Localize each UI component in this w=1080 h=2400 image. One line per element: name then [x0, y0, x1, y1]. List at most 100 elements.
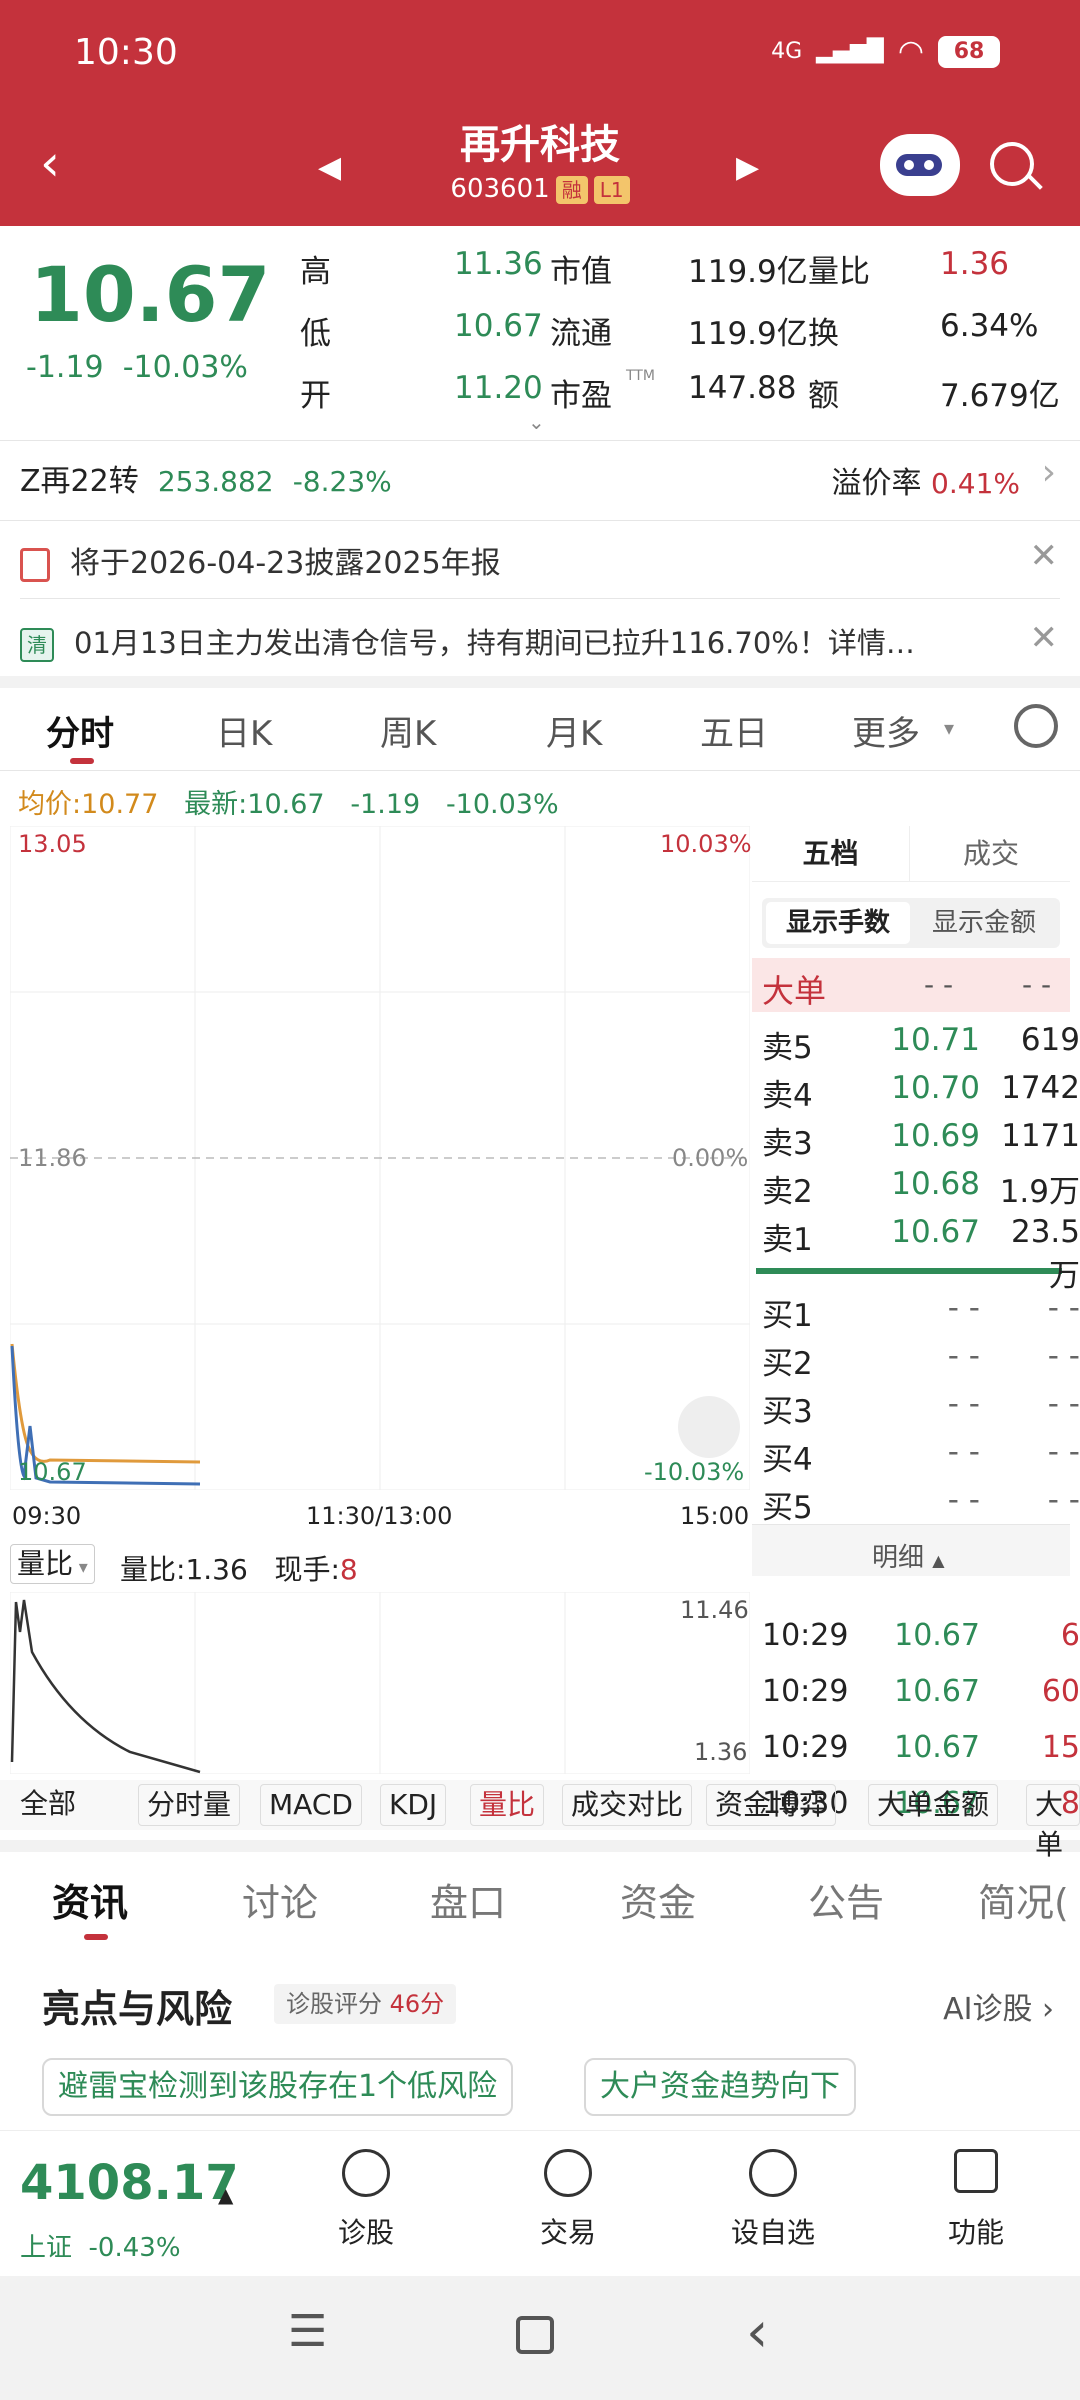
- tab-trades[interactable]: 成交: [912, 826, 1070, 882]
- tick-row: 10:29 10.67 60: [762, 1674, 1080, 1709]
- add-watchlist-button[interactable]: 设自选: [728, 2149, 818, 2259]
- active-tab-indicator: [70, 758, 94, 764]
- latest-pct: -10.03%: [445, 789, 559, 820]
- trade-button[interactable]: 交易: [538, 2149, 598, 2259]
- home-icon[interactable]: [516, 2316, 554, 2354]
- exchange-icon: [544, 2149, 592, 2197]
- indicator-0[interactable]: 全部: [12, 1784, 84, 1826]
- tab-2[interactable]: 周K: [380, 706, 436, 755]
- indicator-1[interactable]: 分时量: [138, 1784, 241, 1826]
- news-tab-3[interactable]: 资金: [620, 1872, 696, 1927]
- index-value[interactable]: 4108.17: [20, 2155, 239, 2211]
- function-label: 功能: [947, 2216, 1004, 2249]
- buy-volume: - -: [1047, 1290, 1080, 1326]
- show-lots-button[interactable]: 显示手数: [766, 902, 910, 944]
- sell-volume: 619: [1020, 1022, 1080, 1058]
- tab-0[interactable]: 分时: [46, 706, 114, 755]
- risk-pill-1[interactable]: 避雷宝检测到该股存在1个低风险: [42, 2058, 514, 2116]
- quote-v1: 10.67: [454, 308, 543, 344]
- price-change: -1.19 -10.03%: [26, 350, 248, 385]
- indicator-8[interactable]: 大单: [1026, 1784, 1080, 1861]
- sell-row: 卖3 10.69 1171: [762, 1118, 1080, 1163]
- expand-chevron-icon[interactable]: ⌄: [528, 410, 545, 434]
- detail-header[interactable]: 明细 ▲: [752, 1524, 1070, 1576]
- rotate-screen-icon[interactable]: [678, 1396, 740, 1458]
- news-tab-4[interactable]: 公告: [808, 1872, 884, 1927]
- quote-l2: 市盈: [550, 378, 612, 414]
- network-label: 4G: [771, 39, 803, 64]
- news-tab-1[interactable]: 讨论: [242, 1872, 318, 1927]
- news-tab-5[interactable]: 简况(: [978, 1872, 1069, 1927]
- indicator-5[interactable]: 成交对比: [562, 1784, 693, 1826]
- tab-4[interactable]: 五日: [700, 706, 768, 755]
- sell-volume: 23.5万: [1010, 1214, 1080, 1294]
- tab-5[interactable]: 更多: [852, 706, 920, 755]
- score-value: 46分: [389, 1990, 445, 2018]
- back-nav-icon[interactable]: ‹: [746, 2300, 768, 2365]
- stock-code-text: 603601: [450, 174, 550, 204]
- close-icon[interactable]: ✕: [1030, 618, 1059, 658]
- bond-pct: -8.23%: [292, 465, 392, 498]
- buy-level: 买4: [762, 1442, 813, 1478]
- hand-value: 8: [339, 1553, 358, 1586]
- pulse-icon: [342, 2149, 390, 2197]
- buy-row: 买5 - - - -: [762, 1482, 1080, 1527]
- close-icon[interactable]: ✕: [1030, 536, 1059, 576]
- next-stock-icon[interactable]: ▶: [736, 150, 759, 185]
- indicator-6[interactable]: 资金博弈: [706, 1784, 837, 1826]
- volume-selector[interactable]: 量比 ▾: [10, 1544, 95, 1584]
- tab-five-levels[interactable]: 五档: [752, 826, 910, 882]
- clear-signal-badge: 清: [20, 628, 54, 662]
- vol-ymax: 11.46: [680, 1596, 749, 1624]
- menu-icon[interactable]: ☰: [288, 2306, 327, 2357]
- score-label: 诊股评分: [286, 1990, 382, 2018]
- search-icon[interactable]: [990, 142, 1034, 186]
- ratio-value: 1.36: [185, 1553, 248, 1586]
- news-tab-2[interactable]: 盘口: [430, 1872, 506, 1927]
- avg-line-info: 均价:10.77 最新:10.67 -1.19 -10.03%: [18, 782, 559, 821]
- buy-row: 买3 - - - -: [762, 1386, 1080, 1431]
- robot-assistant-icon[interactable]: [880, 134, 960, 196]
- bottom-toolbar: 4108.17 ▲ 上证 -0.43% 诊股 交易 设自选 功能: [0, 2130, 1080, 2276]
- status-icons: 4G ▂▄▆█ ◠ 68: [771, 34, 1000, 69]
- signal-icon: ▂▄▆█: [816, 39, 884, 64]
- premium-rate[interactable]: 溢价率 0.41%: [832, 458, 1021, 502]
- diagnose-button[interactable]: 诊股: [336, 2149, 396, 2259]
- battery-icon: 68: [938, 35, 1000, 68]
- big-order-row: 大单 - - - -: [752, 958, 1070, 1012]
- chart-pmid: 0.00%: [672, 1144, 749, 1172]
- buy-row: 买2 - - - -: [762, 1338, 1080, 1383]
- indicator-2[interactable]: MACD: [260, 1784, 362, 1826]
- gear-icon[interactable]: [1014, 704, 1058, 748]
- volume-ratio-line: [10, 1599, 201, 1774]
- more-dots-icon: [749, 2149, 797, 2197]
- tab-1[interactable]: 日K: [216, 706, 272, 755]
- show-amount-button[interactable]: 显示金额: [912, 902, 1056, 944]
- level-tag: L1: [593, 175, 630, 204]
- indicator-4[interactable]: 量比: [470, 1784, 545, 1826]
- tab-3[interactable]: 月K: [546, 706, 602, 755]
- tick-row: 10:29 10.67 15: [762, 1730, 1080, 1765]
- intraday-chart[interactable]: [10, 826, 750, 1490]
- notice-signal[interactable]: 清 01月13日主力发出清仓信号，持有期间已拉升116.70%！详情…: [20, 620, 915, 662]
- news-tab-indicator: [84, 1934, 108, 1940]
- sell-price: 10.67: [891, 1214, 980, 1250]
- ai-diagnosis-link[interactable]: AI诊股 ›: [943, 1984, 1054, 2028]
- quote-v2: 119.9亿: [688, 254, 808, 290]
- latest-label: 最新:: [184, 789, 248, 820]
- convertible-bond-row[interactable]: Z再22转 253.882 -8.23%: [20, 456, 392, 500]
- indicator-7[interactable]: 大单金额: [868, 1784, 999, 1826]
- quote-l2: 流通: [550, 316, 612, 352]
- buy-level: 买2: [762, 1346, 813, 1382]
- function-button[interactable]: 功能: [946, 2149, 1006, 2259]
- notice-report[interactable]: 将于2026-04-23披露2025年报: [20, 538, 501, 582]
- chevron-right-icon[interactable]: ›: [1042, 452, 1056, 493]
- chart-pmax: 10.03%: [660, 830, 752, 858]
- buy-level: 买5: [762, 1490, 813, 1526]
- news-tab-0[interactable]: 资讯: [52, 1872, 128, 1927]
- risk-pill-2[interactable]: 大户资金趋势向下: [584, 2058, 856, 2116]
- buy-level: 买1: [762, 1298, 813, 1334]
- more-chevron-icon[interactable]: ▾: [944, 716, 954, 740]
- volume-ratio-chart[interactable]: [10, 1592, 750, 1774]
- indicator-3[interactable]: KDJ: [380, 1784, 447, 1826]
